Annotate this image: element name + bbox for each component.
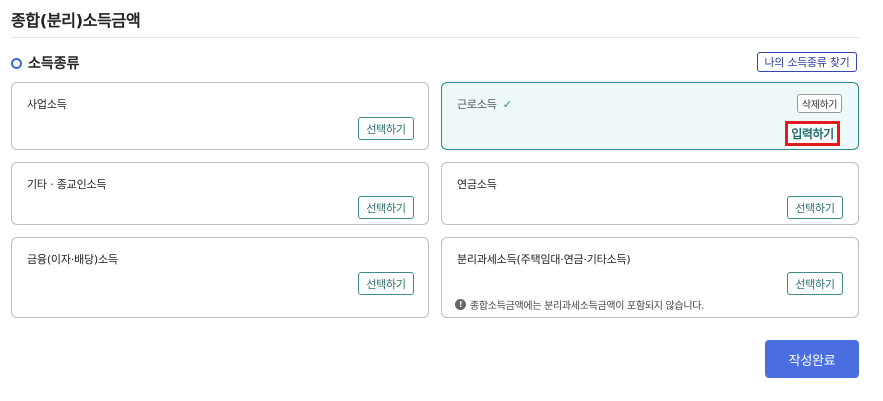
delete-button[interactable]: 삭제하기 <box>797 94 842 113</box>
page-title: 종합(분리)소득금액 <box>11 11 141 30</box>
card-label: 사업소득 <box>27 98 67 111</box>
checkmark-icon: ✓ <box>502 97 512 111</box>
card-label: 기타 · 종교인소득 <box>27 178 107 191</box>
section-header: 소득종류 <box>11 53 80 73</box>
select-button[interactable]: 선택하기 <box>787 196 843 219</box>
find-income-type-button[interactable]: 나의 소득종류 찾기 <box>757 52 857 72</box>
info-note: ! 종합소득금액에는 분리과세소득금액이 포함되지 않습니다. <box>455 297 704 312</box>
select-button[interactable]: 선택하기 <box>787 272 843 295</box>
input-button[interactable]: 입력하기 <box>785 121 840 146</box>
income-card-other-religious[interactable]: 기타 · 종교인소득 선택하기 <box>11 162 429 225</box>
submit-button[interactable]: 작성완료 <box>765 340 859 378</box>
select-button[interactable]: 선택하기 <box>358 117 414 140</box>
income-card-financial[interactable]: 금융(이자·배당)소득 선택하기 <box>11 237 429 318</box>
card-label: 분리과세소득(주택임대·연금·기타소득) <box>457 253 631 266</box>
income-card-business[interactable]: 사업소득 선택하기 <box>11 82 429 150</box>
info-icon: ! <box>455 299 466 310</box>
title-divider <box>11 37 859 38</box>
circle-bullet-icon <box>11 57 22 69</box>
select-button[interactable]: 선택하기 <box>358 272 414 295</box>
card-label: 금융(이자·배당)소득 <box>27 253 118 266</box>
income-card-pension[interactable]: 연금소득 선택하기 <box>441 162 859 225</box>
section-title: 소득종류 <box>28 56 80 72</box>
income-card-earned[interactable]: 근로소득 ✓ 삭제하기 입력하기 <box>441 82 859 150</box>
card-label-row: 근로소득 ✓ <box>457 96 512 112</box>
card-label: 연금소득 <box>457 178 497 191</box>
info-note-text: 종합소득금액에는 분리과세소득금액이 포함되지 않습니다. <box>470 301 705 312</box>
select-button[interactable]: 선택하기 <box>358 196 414 219</box>
income-card-separate-taxation[interactable]: 분리과세소득(주택임대·연금·기타소득) 선택하기 ! 종합소득금액에는 분리과… <box>441 237 859 318</box>
card-label: 근로소득 <box>457 98 497 111</box>
